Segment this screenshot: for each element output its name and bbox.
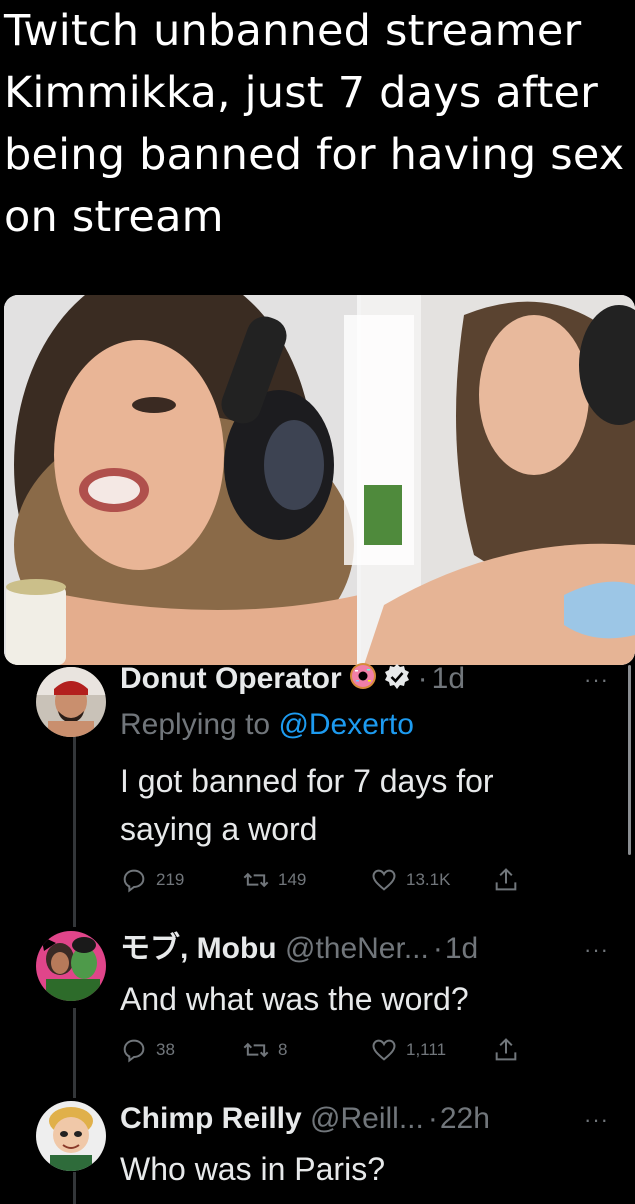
replying-to-label: Replying to <box>120 708 271 741</box>
tweet-header: Chimp Reilly @Reill... ·22h <box>120 1099 490 1139</box>
streamer-photo <box>4 295 635 665</box>
verified-badge-icon <box>382 662 412 692</box>
retweet-icon <box>243 1042 269 1058</box>
share-icon <box>495 1038 517 1061</box>
more-options-icon[interactable]: ··· <box>584 1107 609 1133</box>
display-name[interactable]: Chimp Reilly <box>120 1102 302 1135</box>
timestamp[interactable]: 22h <box>440 1102 490 1135</box>
avatar[interactable] <box>36 1101 106 1171</box>
tweet-actions: 219 149 13.1K <box>120 866 520 896</box>
avatar[interactable] <box>36 667 106 737</box>
heart-icon <box>372 1039 396 1061</box>
separator-dot: · <box>417 662 428 695</box>
reply-count: 38 <box>156 1040 175 1059</box>
more-options-icon[interactable]: ··· <box>584 937 609 963</box>
share-button[interactable] <box>492 1036 520 1064</box>
reply-button[interactable]: 38 <box>120 1036 175 1064</box>
tweet-actions: 38 8 1,111 <box>120 1036 520 1066</box>
tweet-text: I got banned for 7 days for saying a wor… <box>120 757 600 853</box>
display-name[interactable]: Donut Operator <box>120 662 342 695</box>
mention-link[interactable]: @Dexerto <box>278 708 414 741</box>
retweet-button[interactable]: 8 <box>242 1036 287 1064</box>
tweet[interactable]: Donut Operator · 1d ··· Replying to @Dexer… <box>0 655 635 905</box>
like-button[interactable]: 1,111 <box>370 1036 446 1064</box>
tweet-header: モブ, Mobu @theNer... ·1d <box>120 929 478 969</box>
user-handle[interactable]: @Reill... <box>310 1102 424 1135</box>
more-options-icon[interactable]: ··· <box>584 667 609 693</box>
headline-text: Twitch unbanned streamer Kimmikka, just … <box>4 6 625 242</box>
retweet-button[interactable]: 149 <box>242 866 306 894</box>
separator-dot: · <box>432 932 443 965</box>
retweet-count: 8 <box>278 1040 288 1059</box>
timestamp[interactable]: 1d <box>445 932 478 965</box>
tweet[interactable]: モブ, Mobu @theNer... ·1d ··· And what was … <box>0 925 635 1075</box>
retweet-icon <box>243 872 269 888</box>
display-name[interactable]: モブ, Mobu <box>120 932 277 965</box>
share-button[interactable] <box>492 866 520 894</box>
reply-button[interactable]: 219 <box>120 866 184 894</box>
tweet-header: Donut Operator · 1d <box>120 661 465 696</box>
avatar[interactable] <box>36 931 106 1001</box>
reply-count: 219 <box>156 870 185 889</box>
user-handle[interactable]: @theNer... <box>285 932 429 965</box>
timestamp[interactable]: 1d <box>432 662 465 695</box>
donut-icon <box>348 661 378 691</box>
tweet-text: And what was the word? <box>120 981 469 1017</box>
tweet-text-line: I got banned for 7 days for <box>120 763 494 799</box>
media-image[interactable] <box>4 295 635 665</box>
separator-dot: · <box>427 1102 438 1135</box>
retweet-count: 149 <box>278 870 307 889</box>
like-count: 1,111 <box>406 1040 447 1059</box>
tweet[interactable]: Chimp Reilly @Reill... ·22h ··· Who was i… <box>0 1095 635 1204</box>
like-count: 13.1K <box>406 870 451 889</box>
heart-icon <box>372 869 396 891</box>
like-button[interactable]: 13.1K <box>370 866 450 894</box>
reply-icon <box>123 1039 145 1063</box>
reply-icon <box>123 869 145 893</box>
replying-to: Replying to @Dexerto <box>120 705 414 745</box>
tweet-text-line: saying a word <box>120 811 318 847</box>
tweet-text: Who was in Paris? <box>120 1151 385 1187</box>
share-icon <box>495 868 517 891</box>
